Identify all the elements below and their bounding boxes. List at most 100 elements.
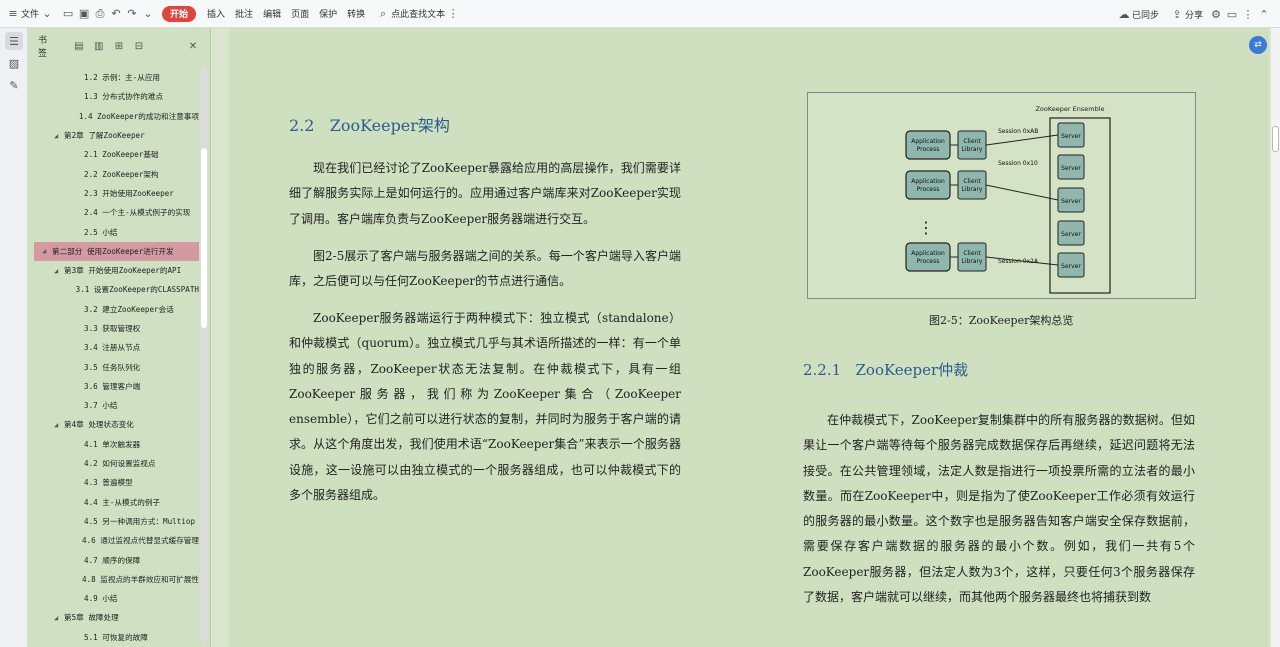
- bookmark-item[interactable]: 2.2 ZooKeeper架构: [34, 164, 199, 183]
- tab-protect[interactable]: 保护: [314, 4, 342, 24]
- bookmark-item[interactable]: 4.2 如何设置监视点: [34, 454, 199, 473]
- server-node: Server: [1057, 220, 1085, 246]
- bookmark-item[interactable]: ◢ 第二部分 使用ZooKeeper进行开发: [34, 241, 199, 261]
- tab-convert[interactable]: 转换: [342, 4, 370, 24]
- bookmark-item[interactable]: 4.8 监视点的羊群效应和可扩展性: [34, 570, 199, 589]
- figure-caption: 图2-5：ZooKeeper架构总览: [929, 314, 1074, 327]
- tab-start[interactable]: 开始: [162, 5, 197, 22]
- bookmark-item[interactable]: 3.3 获取管理权: [34, 319, 199, 338]
- app-label-line2: Process: [917, 186, 940, 193]
- collapse-all-icon[interactable]: ▥: [92, 38, 106, 54]
- bookmark-panel-icon[interactable]: ☰: [5, 32, 23, 50]
- bookmark-list: 1.2 示例：主-从应用 1.3 分布式协作的难点 1.4 ZooKeeper的成功…: [34, 68, 199, 647]
- bookmark-item-label: 1.4 ZooKeeper的成功和注意事项: [78, 111, 199, 121]
- bookmark-item[interactable]: 1.2 示例：主-从应用: [34, 68, 199, 87]
- close-icon[interactable]: ✕: [186, 38, 200, 54]
- bookmark-item-label: 4.5 另一种调用方式：Multiop: [84, 516, 196, 526]
- bookmark-item[interactable]: 3.5 任务队列化: [34, 357, 199, 376]
- bookmark-item[interactable]: 1.3 分布式协作的难点: [34, 87, 199, 106]
- annotation-icon[interactable]: ✎: [5, 76, 23, 94]
- bookmark-item[interactable]: ◢ 第3章 开始使用ZooKeeper的API: [34, 261, 199, 280]
- bookmark-item[interactable]: 3.1 设置ZooKeeper的CLASSPATH: [34, 280, 199, 299]
- expand-arrow-icon[interactable]: ◢: [42, 247, 52, 255]
- sync-status[interactable]: ☁ 已同步: [1111, 4, 1164, 24]
- bookmark-item[interactable]: 2.3 开始使用ZooKeeper: [34, 184, 199, 203]
- document-scrollbar[interactable]: [1271, 28, 1280, 647]
- bookmark-item[interactable]: ◢ 第5章 故障处理: [34, 608, 199, 627]
- bookmark-options-icon[interactable]: ⊟: [132, 38, 146, 54]
- section-title: ZooKeeper架构: [329, 116, 450, 135]
- bookmark-item[interactable]: 3.7 小结: [34, 396, 199, 415]
- expand-arrow-icon[interactable]: ◢: [54, 421, 64, 429]
- ensemble-label: ZooKeeper Ensemble: [1035, 105, 1104, 113]
- bookmark-item-label: 4.9 小结: [84, 594, 118, 604]
- settings-icon[interactable]: ⚙: [1208, 6, 1224, 22]
- bookmark-item[interactable]: ◢ 第4章 处理状态变化: [34, 415, 199, 434]
- bookmark-item-label: 3.4 注册从节点: [84, 343, 141, 353]
- bookmark-item[interactable]: 5.1 可恢复的故障: [34, 628, 199, 647]
- floating-tool-button[interactable]: ⇄: [1249, 36, 1267, 54]
- tab-edit[interactable]: 编辑: [258, 4, 286, 24]
- bookmark-panel: 书签 ▤ ▥ ⊞ ⊟ ✕ 1.2 示例：主-从应用 1.3 分布式协作的难点 1.4…: [28, 28, 211, 647]
- tab-page[interactable]: 页面: [286, 4, 314, 24]
- tab-insert[interactable]: 插入: [202, 4, 230, 24]
- bookmark-item[interactable]: 1.4 ZooKeeper的成功和注意事项: [34, 107, 199, 126]
- bookmark-item[interactable]: 2.4 一个主-从模式例子的实现: [34, 203, 199, 222]
- bookmark-item[interactable]: 3.4 注册从节点: [34, 338, 199, 357]
- bookmark-item-label: 1.3 分布式协作的难点: [84, 92, 164, 102]
- redo-icon[interactable]: ↷: [124, 6, 140, 22]
- page: 2.2 ZooKeeper架构 现在我们已经讨论了ZooKeeper暴露给应用的…: [229, 28, 1269, 647]
- server-node: Server: [1057, 154, 1085, 180]
- session-line: [985, 134, 1059, 146]
- client-group: ApplicationProcessClientLibrarySession 0…: [905, 160, 1038, 200]
- undo-icon[interactable]: ↶: [108, 6, 124, 22]
- expand-arrow-icon[interactable]: ◢: [54, 132, 64, 140]
- bookmark-item[interactable]: 4.4 主-从模式的例子: [34, 493, 199, 512]
- file-menu[interactable]: ≡ 文件 ⌄: [0, 4, 60, 24]
- subsection-heading: 2.2.1 ZooKeeper仲裁: [803, 359, 968, 380]
- bookmark-item-label: 第4章 处理状态变化: [64, 420, 134, 430]
- save-icon[interactable]: ▣: [76, 6, 92, 22]
- print-icon[interactable]: ⎙: [92, 6, 108, 22]
- bookmark-item-label: 第3章 开始使用ZooKeeper的API: [64, 266, 182, 276]
- add-bookmark-icon[interactable]: ⊞: [112, 38, 126, 54]
- sync-label: 已同步: [1131, 10, 1159, 21]
- more-icon[interactable]: ⋮: [1240, 6, 1256, 22]
- bookmark-item[interactable]: 2.1 ZooKeeper基础: [34, 145, 199, 164]
- bookmark-item-label: 3.1 设置ZooKeeper的CLASSPATH: [75, 285, 199, 295]
- comment-icon[interactable]: ▭: [1224, 6, 1240, 22]
- search-label: 点此查找文本: [391, 10, 446, 20]
- expand-arrow-icon[interactable]: ◢: [54, 267, 64, 275]
- more-dots-icon: ⋮: [447, 7, 459, 20]
- bookmark-item[interactable]: 4.6 通过监视点代替显式缓存管理: [34, 531, 199, 550]
- bookmark-item[interactable]: ◢ 第2章 了解ZooKeeper: [34, 126, 199, 145]
- bookmark-scrollbar[interactable]: [200, 68, 208, 643]
- section-heading: 2.2 ZooKeeper架构: [289, 112, 450, 136]
- expand-arrow-icon[interactable]: ◢: [54, 614, 64, 622]
- client-group: ApplicationProcessClientLibrarySession 0…: [905, 242, 1039, 272]
- thumbnail-icon[interactable]: ▨: [5, 54, 23, 72]
- bookmark-item[interactable]: 4.5 另一种调用方式：Multiop: [34, 512, 199, 531]
- bookmark-item-label: 3.5 任务队列化: [84, 362, 141, 372]
- bookmark-item-label: 3.7 小结: [84, 401, 118, 411]
- bookmark-item[interactable]: 3.2 建立ZooKeeper会话: [34, 300, 199, 319]
- document-scroll-thumb[interactable]: [1272, 126, 1279, 152]
- expand-all-icon[interactable]: ▤: [72, 38, 86, 54]
- bookmark-scroll-thumb[interactable]: [201, 148, 207, 328]
- bookmark-item[interactable]: 4.1 单次触发器: [34, 435, 199, 454]
- more-chevron-icon[interactable]: ⌄: [140, 6, 156, 22]
- search-box[interactable]: ⌕ 点此查找文本 ⋮: [370, 4, 466, 24]
- bookmark-item[interactable]: 3.6 管理客户端: [34, 377, 199, 396]
- share-button[interactable]: ⇪ 分享: [1164, 4, 1208, 24]
- cloud-icon: ☁: [1118, 7, 1130, 21]
- bookmark-item[interactable]: 4.7 顺序的保障: [34, 550, 199, 569]
- open-folder-icon[interactable]: ▭: [60, 6, 76, 22]
- bookmark-item[interactable]: 4.9 小结: [34, 589, 199, 608]
- tab-comment[interactable]: 批注: [230, 4, 258, 24]
- lib-label-line2: Library: [962, 258, 983, 265]
- session-label: Session 0xAB: [998, 128, 1038, 135]
- bookmark-item[interactable]: 2.5 小结: [34, 222, 199, 241]
- bookmark-item-label: 第二部分 使用ZooKeeper进行开发: [52, 246, 174, 256]
- collapse-icon[interactable]: ⌃: [1256, 6, 1272, 22]
- bookmark-item[interactable]: 4.3 普遍模型: [34, 473, 199, 492]
